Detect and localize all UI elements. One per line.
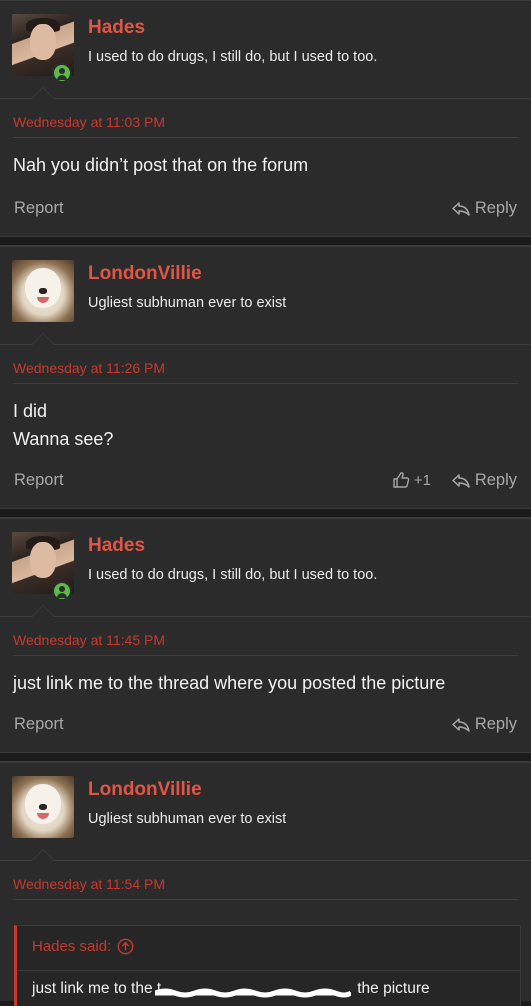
quote-author: Hades said: [32, 938, 112, 955]
user-title: Ugliest subhuman ever to exist [88, 295, 287, 311]
redaction-scribble [155, 988, 351, 998]
post-message: I did Wanna see? [13, 401, 114, 449]
post-message: just link me to the thread where you pos… [13, 673, 446, 693]
post-date[interactable]: Wednesday at 11:45 PM [13, 632, 165, 648]
post-header: LondonVillie Ugliest subhuman ever to ex… [0, 763, 531, 861]
post-3: Hades I used to do drugs, I still do, bu… [0, 518, 531, 753]
user-title: I used to do drugs, I still do, but I us… [88, 567, 378, 583]
post-message: Nah you didn’t post that on the forum [13, 155, 309, 175]
report-button[interactable]: Report [14, 471, 64, 490]
header-pointer [31, 87, 55, 99]
quote-header[interactable]: Hades said: [32, 938, 134, 955]
like-button[interactable]: +1 [392, 471, 431, 489]
reply-button[interactable]: Reply [452, 715, 517, 734]
thumbs-up-icon [393, 472, 410, 488]
post-date[interactable]: Wednesday at 11:26 PM [13, 360, 165, 376]
post-date[interactable]: Wednesday at 11:54 PM [13, 876, 165, 892]
reply-icon [452, 717, 470, 732]
divider [13, 137, 518, 138]
user-title: Ugliest subhuman ever to exist [88, 811, 287, 827]
reply-label: Reply [474, 715, 517, 733]
header-pointer [31, 849, 55, 861]
post-2: LondonVillie Ugliest subhuman ever to ex… [0, 246, 531, 509]
header-pointer [31, 605, 55, 617]
reply-label: Reply [474, 471, 517, 489]
post-header: Hades I used to do drugs, I still do, bu… [0, 519, 531, 617]
post-gap [0, 752, 531, 762]
post-header: LondonVillie Ugliest subhuman ever to ex… [0, 247, 531, 345]
username[interactable]: Hades [88, 535, 145, 557]
online-status-icon [52, 63, 72, 83]
divider [13, 899, 518, 900]
post-4: LondonVillie Ugliest subhuman ever to ex… [0, 762, 531, 1006]
report-button[interactable]: Report [14, 715, 64, 734]
post-gap [0, 508, 531, 518]
reply-icon [452, 473, 470, 488]
reply-label: Reply [474, 199, 517, 217]
jump-to-quote-icon[interactable] [117, 938, 134, 955]
post-date[interactable]: Wednesday at 11:03 PM [13, 114, 165, 130]
avatar[interactable] [12, 776, 74, 838]
username[interactable]: LondonVillie [88, 779, 202, 801]
divider [13, 655, 518, 656]
divider [13, 383, 518, 384]
quote-block: Hades said: just link me to the t the pic… [14, 925, 521, 1006]
online-status-icon [52, 581, 72, 601]
reply-button[interactable]: Reply [452, 471, 517, 490]
reply-icon [452, 201, 470, 216]
username[interactable]: Hades [88, 17, 145, 39]
post-1: Hades I used to do drugs, I still do, bu… [0, 0, 531, 237]
post-header: Hades I used to do drugs, I still do, bu… [0, 1, 531, 99]
username[interactable]: LondonVillie [88, 263, 202, 285]
like-count: +1 [413, 471, 431, 489]
divider [17, 970, 520, 971]
user-title: I used to do drugs, I still do, but I us… [88, 49, 378, 65]
post-gap [0, 236, 531, 246]
avatar[interactable] [12, 260, 74, 322]
header-pointer [31, 333, 55, 345]
report-button[interactable]: Report [14, 199, 64, 218]
reply-button[interactable]: Reply [452, 199, 517, 218]
